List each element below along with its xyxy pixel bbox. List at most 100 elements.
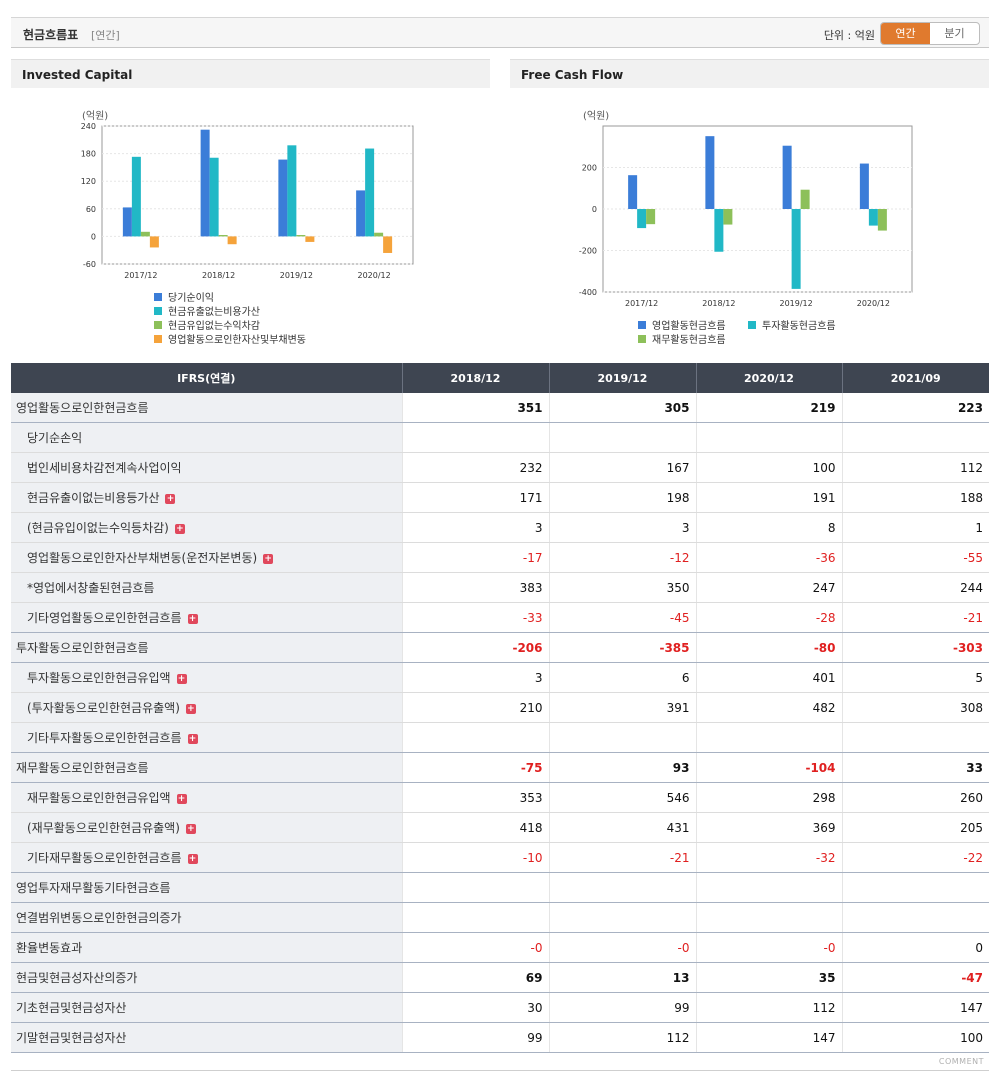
legend-swatch [748, 321, 756, 329]
legend-label: 재무활동현금흐름 [652, 333, 726, 346]
legend-swatch [154, 321, 162, 329]
table-row: 현금유출이없는비용등가산 +171 198 191 188 [11, 482, 989, 513]
expand-plus-icon[interactable]: + [185, 704, 196, 714]
table-row: 재무활동으로인한현금유입액 +353 546 298 260 [11, 782, 989, 813]
value-cell: 30 [401, 992, 549, 1023]
bar [646, 209, 656, 225]
value-cell: 1 [841, 512, 989, 543]
expand-plus-icon[interactable]: + [174, 524, 185, 534]
row-label-cell: 기타투자활동으로인한현금흐름 + [11, 722, 402, 753]
table-row: 영업활동으로인한현금흐름 351 305 219 223 [11, 393, 989, 423]
expand-plus-icon[interactable]: + [176, 674, 187, 684]
bar [365, 148, 375, 237]
bar [383, 236, 393, 253]
row-label: (현금유입이없는수익등차감) [27, 521, 169, 535]
x-tick-label: 2020/12 [358, 271, 391, 280]
expand-plus-icon[interactable]: + [187, 614, 198, 624]
table-row: 법인세비용차감전계속사업이익 232 167 100 112 [11, 452, 989, 483]
legend-label: 영업활동현금흐름 [652, 319, 726, 332]
row-label: 현금유출이없는비용등가산 [27, 491, 160, 505]
y-axis-unit-label: (억원) [82, 110, 108, 122]
value-cell: 93 [548, 752, 696, 783]
expand-plus-icon[interactable]: + [176, 794, 187, 804]
expand-plus-icon[interactable]: + [185, 824, 196, 834]
value-cell: 418 [401, 812, 549, 843]
value-cell: 369 [695, 812, 842, 843]
value-cell: -0 [401, 932, 549, 963]
bar [723, 209, 733, 225]
value-cell: 35 [695, 962, 842, 993]
invested-capital-title: Invested Capital [11, 59, 490, 88]
value-cell: 13 [548, 962, 696, 993]
annual-tab[interactable]: 연간 [881, 23, 930, 44]
value-cell: 99 [548, 992, 696, 1023]
value-cell: -47 [841, 962, 989, 993]
period-toggle: 연간 분기 [880, 22, 980, 45]
expand-plus-icon[interactable]: + [187, 854, 198, 864]
table-row: (투자활동으로인한현금유출액) +210 391 482 308 [11, 692, 989, 723]
legend-label: 투자활동현금흐름 [762, 319, 836, 332]
value-cell: 167 [548, 452, 696, 483]
y-tick-label: -200 [579, 247, 597, 256]
y-tick-label: 240 [81, 122, 96, 131]
bar [637, 209, 647, 229]
value-cell: 353 [401, 782, 549, 813]
expand-plus-icon[interactable]: + [263, 554, 274, 564]
value-cell [841, 722, 989, 753]
row-label-cell: 현금및현금성자산의증가 [11, 962, 402, 993]
row-label: (투자활동으로인한현금유출액) [27, 701, 180, 715]
value-cell: 350 [548, 572, 696, 603]
table-row: 영업활동으로인한자산부채변동(운전자본변동) + -17 -12 -36 -55 [11, 542, 989, 573]
table-row: 당기순손익 [11, 422, 989, 453]
table-row: 투자활동으로인한현금흐름 -206 -385 -80 -303 [11, 632, 989, 663]
bar [868, 209, 878, 226]
x-tick-label: 2018/12 [202, 271, 235, 280]
value-cell [695, 422, 842, 453]
value-cell: -21 [841, 602, 989, 633]
table-row: 기타영업활동으로인한현금흐름 + -33 -45 -28 -21 [11, 602, 989, 633]
bar [149, 236, 159, 248]
legend-swatch [638, 321, 646, 329]
section-title: 현금흐름표 [23, 28, 79, 42]
value-cell: 210 [401, 692, 549, 723]
row-label-cell: 투자활동으로인한현금유입액 + [11, 662, 402, 693]
bar [278, 159, 288, 237]
value-cell: 99 [401, 1022, 549, 1053]
table-row: 기타투자활동으로인한현금흐름 + [11, 722, 989, 753]
expand-plus-icon[interactable]: + [165, 494, 176, 504]
row-label: 현금및현금성자산의증가 [16, 971, 138, 985]
bar [374, 232, 384, 237]
value-cell: 247 [695, 572, 842, 603]
row-label: 기타영업활동으로인한현금흐름 [27, 611, 182, 625]
value-cell: -75 [401, 752, 549, 783]
section-header: 현금흐름표 [연간] 단위 : 억원 연간 분기 [11, 17, 989, 48]
row-label: 기초현금및현금성자산 [16, 1001, 127, 1015]
unit-label: 단위 : 억원 [823, 29, 875, 42]
value-cell: 8 [695, 512, 842, 543]
row-label: 재무활동으로인한현금흐름 [16, 761, 149, 775]
value-cell [695, 872, 842, 903]
row-label: 투자활동으로인한현금흐름 [16, 641, 149, 655]
row-label-cell: 재무활동으로인한현금유입액 + [11, 782, 402, 813]
table-row: 현금및현금성자산의증가 69 13 35 -47 [11, 962, 989, 993]
y-tick-label: 60 [86, 205, 96, 214]
value-cell: 188 [841, 482, 989, 513]
value-cell: 112 [695, 992, 842, 1023]
value-cell: 391 [548, 692, 696, 723]
bar [628, 175, 638, 209]
expand-plus-icon[interactable]: + [187, 734, 198, 744]
row-label-cell: (투자활동으로인한현금유출액) + [11, 692, 402, 723]
value-cell: -206 [401, 632, 549, 663]
value-cell: 3 [401, 512, 549, 543]
comment-toggle[interactable]: COMMENT [939, 1057, 984, 1066]
table-row: 연결범위변동으로인한현금의증가 [11, 902, 989, 933]
legend-label: 현금유입없는수익차감 [168, 319, 260, 332]
quarter-tab[interactable]: 분기 [930, 23, 979, 44]
legend-swatch [154, 335, 162, 343]
legend-label: 현금유출없는비용가산 [168, 305, 260, 318]
row-label: 재무활동으로인한현금유입액 [27, 791, 171, 805]
value-cell [401, 722, 549, 753]
row-label: 당기순손익 [27, 431, 83, 445]
x-tick-label: 2019/12 [280, 271, 313, 280]
value-cell [401, 902, 549, 933]
